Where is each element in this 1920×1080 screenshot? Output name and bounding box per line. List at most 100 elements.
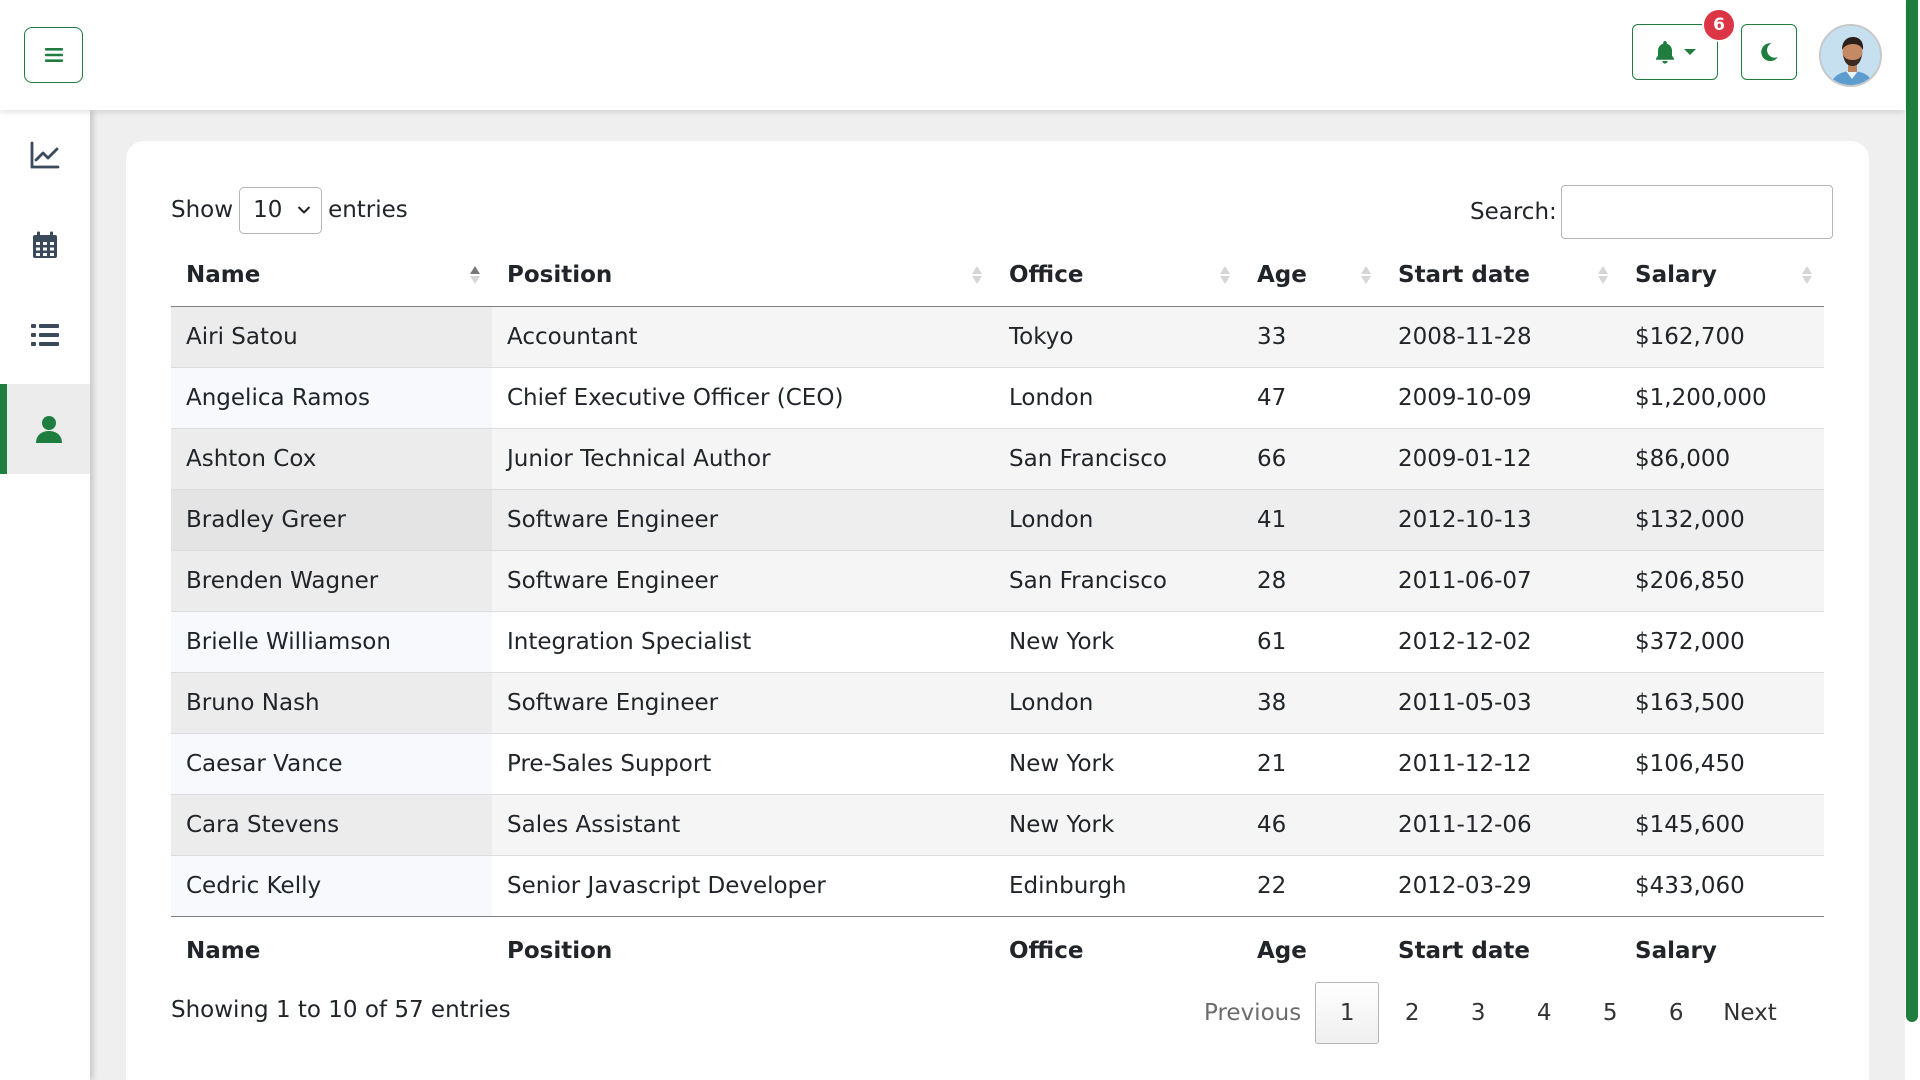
user-avatar[interactable] (1819, 24, 1882, 87)
table-body: Airi Satou Accountant Tokyo 33 2008-11-28 $16… (171, 306, 1824, 917)
cell-position: Accountant (492, 306, 994, 368)
list-icon (31, 324, 59, 346)
cell-office: Edinburgh (994, 855, 1242, 917)
cell-office: San Francisco (994, 550, 1242, 612)
cell-salary: $206,850 (1620, 550, 1824, 612)
column-header-office[interactable]: Office (994, 244, 1242, 307)
table-row[interactable]: Bruno Nash Software Engineer London 38 2011-… (171, 672, 1824, 734)
footer-label-office: Office (1009, 938, 1084, 965)
cell-position: Software Engineer (492, 489, 994, 551)
page-button-1[interactable]: 1 (1315, 982, 1380, 1044)
cell-office: New York (994, 733, 1242, 795)
column-header-position[interactable]: Position (492, 244, 994, 307)
cell-office: New York (994, 611, 1242, 673)
sidebar-item-analytics[interactable] (0, 110, 90, 200)
cell-age: 66 (1242, 428, 1383, 490)
sidebar (0, 110, 90, 1080)
cell-start-date: 2012-12-02 (1383, 611, 1620, 673)
cell-office: London (994, 367, 1242, 429)
cell-name: Angelica Ramos (171, 367, 492, 429)
cell-office: Tokyo (994, 306, 1242, 368)
table-row[interactable]: Cedric Kelly Senior Javascript Developer E… (171, 855, 1824, 917)
search-input[interactable] (1560, 185, 1833, 239)
cell-office: New York (994, 794, 1242, 856)
column-header-start-date[interactable]: Start date (1383, 244, 1620, 307)
search-control: Search: (1470, 185, 1833, 239)
sort-icon (1361, 265, 1371, 284)
caret-down-icon (1684, 49, 1696, 55)
bell-icon (1656, 41, 1674, 64)
sort-icon (972, 265, 982, 284)
page-length-value: 10 (253, 197, 283, 223)
footer-label-position: Position (507, 938, 613, 965)
table-row[interactable]: Bradley Greer Software Engineer London 41 20… (171, 489, 1824, 551)
menu-toggle-button[interactable] (24, 27, 83, 83)
cell-position: Software Engineer (492, 672, 994, 734)
cell-position: Pre-Sales Support (492, 733, 994, 795)
sidebar-item-list[interactable] (0, 290, 90, 380)
column-header-label: Salary (1635, 261, 1717, 288)
cell-name: Bradley Greer (171, 489, 492, 551)
cell-name: Bruno Nash (171, 672, 492, 734)
cell-age: 46 (1242, 794, 1383, 856)
table-row[interactable]: Airi Satou Accountant Tokyo 33 2008-11-28 $16… (171, 306, 1824, 368)
cell-office: London (994, 489, 1242, 551)
table-row[interactable]: Cara Stevens Sales Assistant New York 46 201… (171, 794, 1824, 856)
cell-position: Integration Specialist (492, 611, 994, 673)
table-row[interactable]: Caesar Vance Pre-Sales Support New York 21 2… (171, 733, 1824, 795)
column-header-age[interactable]: Age (1242, 244, 1383, 307)
page-scrollbar-thumb[interactable] (1906, 0, 1918, 1022)
next-page-button[interactable]: Next (1709, 982, 1791, 1044)
table-row[interactable]: Ashton Cox Junior Technical Author San Fra… (171, 428, 1824, 490)
cell-position: Sales Assistant (492, 794, 994, 856)
sidebar-item-calendar[interactable] (0, 200, 90, 290)
table-row[interactable]: Brielle Williamson Integration Specialist… (171, 611, 1824, 673)
sidebar-item-users[interactable] (0, 384, 90, 474)
cell-name: Airi Satou (171, 306, 492, 368)
table-row[interactable]: Brenden Wagner Software Engineer San Franc… (171, 550, 1824, 612)
cell-start-date: 2009-10-09 (1383, 367, 1620, 429)
chart-line-icon (30, 141, 60, 169)
sort-icon (1598, 265, 1608, 284)
user-icon (35, 416, 62, 443)
cell-name: Brielle Williamson (171, 611, 492, 673)
column-header-salary[interactable]: Salary (1620, 244, 1824, 307)
table-row[interactable]: Angelica Ramos Chief Executive Officer (C… (171, 367, 1824, 429)
cell-name: Ashton Cox (171, 428, 492, 490)
page-button-3[interactable]: 3 (1445, 982, 1511, 1044)
hamburger-icon (44, 48, 63, 62)
cell-age: 21 (1242, 733, 1383, 795)
cell-salary: $433,060 (1620, 855, 1824, 917)
cell-start-date: 2009-01-12 (1383, 428, 1620, 490)
cell-age: 38 (1242, 672, 1383, 734)
page-length-select[interactable]: 10 (239, 186, 323, 234)
employees-table: Name Position Office Age Start date Sala… (171, 244, 1824, 986)
page-button-6[interactable]: 6 (1643, 982, 1709, 1044)
cell-age: 22 (1242, 855, 1383, 917)
previous-page-button[interactable]: Previous (1190, 982, 1315, 1044)
cell-salary: $86,000 (1620, 428, 1824, 490)
column-header-label: Start date (1398, 261, 1531, 288)
column-header-label: Name (186, 261, 261, 288)
calendar-icon (33, 231, 57, 258)
cell-age: 61 (1242, 611, 1383, 673)
table-footer-row: Name Position Office Age Start date Sala… (171, 916, 1824, 986)
sort-icon (1802, 265, 1812, 284)
cell-position: Chief Executive Officer (CEO) (492, 367, 994, 429)
cell-salary: $163,500 (1620, 672, 1824, 734)
footer-label-age: Age (1257, 938, 1307, 965)
page-button-5[interactable]: 5 (1577, 982, 1643, 1044)
cell-name: Cara Stevens (171, 794, 492, 856)
page-button-2[interactable]: 2 (1379, 982, 1445, 1044)
page-button-4[interactable]: 4 (1511, 982, 1577, 1044)
avatar-image (1821, 26, 1880, 85)
cell-age: 28 (1242, 550, 1383, 612)
cell-age: 47 (1242, 367, 1383, 429)
cell-salary: $162,700 (1620, 306, 1824, 368)
column-header-label: Position (507, 261, 613, 288)
cell-position: Junior Technical Author (492, 428, 994, 490)
theme-toggle-button[interactable] (1741, 24, 1797, 80)
column-header-name[interactable]: Name (171, 244, 492, 307)
table-header-row: Name Position Office Age Start date Sala… (171, 244, 1824, 307)
cell-salary: $145,600 (1620, 794, 1824, 856)
